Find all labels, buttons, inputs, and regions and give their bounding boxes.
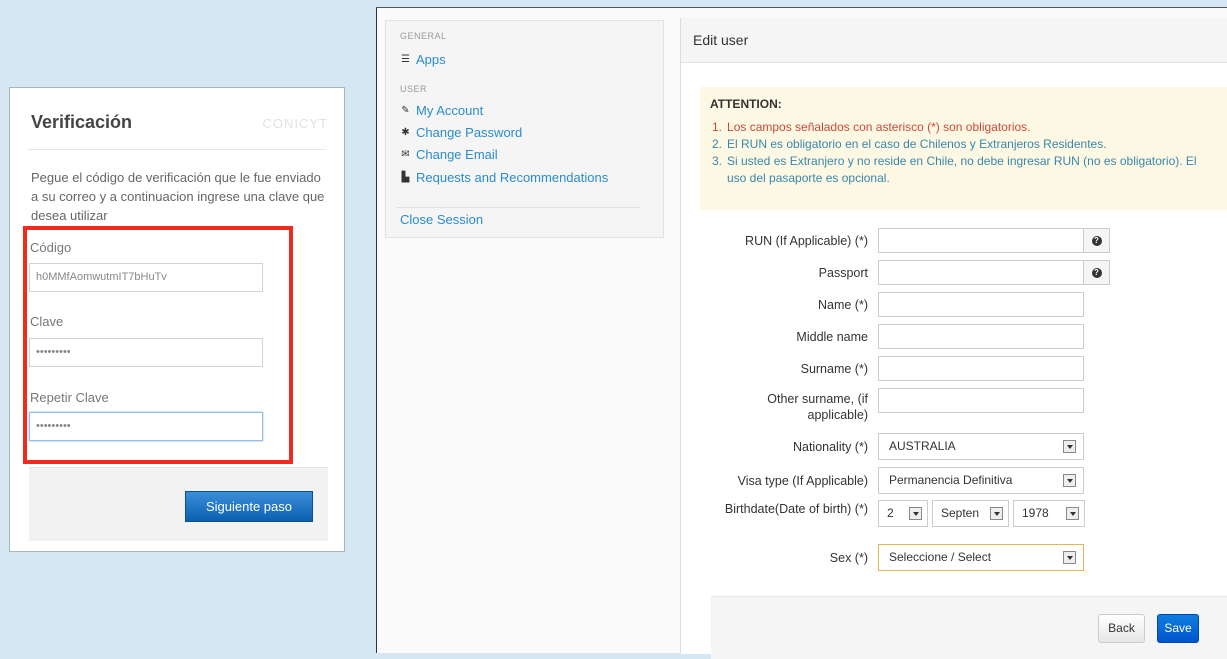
sidebar-item-label: My Account	[416, 103, 484, 118]
surname-label: Surname (*)	[800, 362, 868, 376]
sex-label: Sex (*)	[829, 551, 868, 565]
close-session-link[interactable]: Close Session	[400, 212, 483, 227]
run-label: RUN (If Applicable) (*)	[745, 234, 868, 248]
app-window: GENERAL ☰ Apps USER ✎ My Account ✱ Chang…	[376, 7, 1227, 659]
asterisk-icon: ✱	[401, 127, 410, 138]
edit-user-panel: Edit user ATTENTION: 1. Los campos señal…	[680, 18, 1227, 659]
chevron-down-icon	[1063, 551, 1076, 564]
chevron-down-icon	[1063, 440, 1076, 453]
back-button[interactable]: Back	[1098, 614, 1145, 643]
chevron-down-icon	[990, 507, 1003, 520]
sidebar-divider	[396, 207, 641, 208]
sidebar-heading-user: USER	[400, 84, 428, 94]
file-icon: ▙	[401, 172, 410, 183]
sidebar-item-label: Apps	[416, 52, 446, 67]
sidebar-item-apps[interactable]: ☰ Apps	[400, 52, 446, 67]
verification-description: Pegue el código de verificación que le f…	[31, 170, 325, 223]
sidebar-item-label: Change Email	[416, 147, 498, 162]
visa-select[interactable]: Permanencia Definitiva	[878, 467, 1084, 494]
help-icon[interactable]: ?	[1084, 228, 1110, 253]
nationality-select[interactable]: AUSTRALIA	[878, 433, 1084, 460]
nationality-label: Nationality (*)	[792, 440, 868, 454]
panel-title: Edit user	[681, 18, 1227, 63]
attention-box: ATTENTION: 1. Los campos señalados con a…	[700, 87, 1227, 210]
highlight-box	[23, 226, 293, 464]
middle-name-label: Middle name	[796, 330, 868, 344]
sidebar-item-my-account[interactable]: ✎ My Account	[400, 103, 483, 118]
save-button[interactable]: Save	[1157, 614, 1199, 643]
other-surname-label: Other surname, (if applicable)	[767, 392, 868, 422]
divider	[28, 149, 326, 150]
sidebar-item-label: Requests and Recommendations	[416, 170, 609, 185]
run-input[interactable]	[878, 228, 1084, 253]
sidebar-item-change-email[interactable]: ✉ Change Email	[400, 147, 498, 162]
list-icon: ☰	[401, 54, 410, 65]
middle-name-input[interactable]	[878, 324, 1084, 349]
passport-input[interactable]	[878, 260, 1084, 285]
name-label: Name (*)	[817, 298, 868, 312]
envelope-icon: ✉	[401, 149, 410, 160]
chevron-down-icon	[1063, 474, 1076, 487]
attention-list: 1. Los campos señalados con asterisco (*…	[712, 119, 1217, 187]
sidebar-heading-general: GENERAL	[400, 31, 447, 41]
verification-title: Verificación	[31, 112, 133, 132]
attention-item: 3. Si usted es Extranjero y no reside en…	[712, 154, 1197, 185]
birth-month-select[interactable]: Septen	[932, 500, 1009, 527]
verification-footer: Siguiente paso	[29, 467, 328, 541]
sidebar-item-label: Close Session	[400, 212, 484, 227]
visa-label: Visa type (If Applicable)	[737, 474, 868, 488]
name-input[interactable]	[878, 292, 1084, 317]
conicyt-logo: CONICYT	[262, 116, 328, 131]
birthdate-label: Birthdate(Date of birth) (*)	[724, 502, 868, 516]
next-step-button[interactable]: Siguiente paso	[185, 491, 313, 522]
pencil-icon: ✎	[401, 105, 410, 116]
birth-year-select[interactable]: 1978	[1013, 500, 1085, 527]
sidebar-item-label: Change Password	[416, 125, 523, 140]
sidebar-item-requests[interactable]: ▙ Requests and Recommendations	[400, 170, 609, 185]
attention-item: 1. Los campos señalados con asterisco (*…	[712, 120, 1031, 134]
birth-day-select[interactable]: 2	[878, 500, 928, 527]
chevron-down-icon	[909, 507, 922, 520]
attention-title: ATTENTION:	[710, 97, 782, 111]
sidebar: GENERAL ☰ Apps USER ✎ My Account ✱ Chang…	[385, 20, 664, 238]
passport-label: Passport	[818, 266, 868, 280]
form-footer: Back Save	[711, 596, 1227, 659]
chevron-down-icon	[1066, 507, 1079, 520]
sex-select[interactable]: Seleccione / Select	[878, 544, 1084, 571]
surname-input[interactable]	[878, 356, 1084, 381]
verification-card: Verificación CONICYT Pegue el código de …	[9, 87, 345, 552]
sidebar-item-change-password[interactable]: ✱ Change Password	[400, 125, 522, 140]
help-icon[interactable]: ?	[1084, 260, 1110, 285]
other-surname-input[interactable]	[878, 388, 1084, 413]
attention-item: 2. El RUN es obligatorio en el caso de C…	[712, 137, 1107, 151]
